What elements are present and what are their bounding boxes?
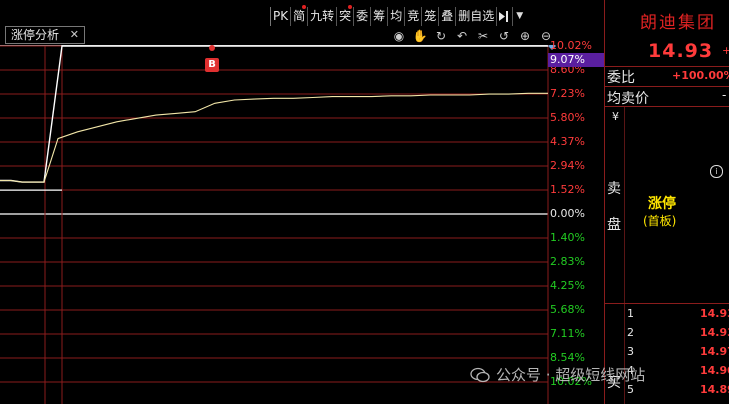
- axis-label: 5.80%: [550, 111, 585, 124]
- currency-symbol: ¥: [612, 110, 619, 123]
- divider: [624, 304, 625, 404]
- buy-signal-dot: [209, 45, 215, 51]
- toolbar-button-4[interactable]: 委: [353, 7, 370, 26]
- stock-name: 朗迪集团: [640, 13, 716, 33]
- divider: [604, 303, 729, 304]
- toolbar-button-5[interactable]: 筹: [370, 7, 387, 26]
- series-line-1: [0, 92, 548, 183]
- watermark: 公众号 · 超级短线网站: [470, 364, 645, 385]
- sell-label-1: 卖: [607, 181, 621, 197]
- toolbar-button-1[interactable]: 简: [290, 5, 307, 26]
- axis-label: 4.25%: [550, 279, 585, 292]
- exit-panel-icon[interactable]: [496, 7, 512, 26]
- avg-ask-value: -: [722, 88, 727, 102]
- divider: [604, 106, 729, 107]
- eye-icon[interactable]: ◉: [390, 28, 408, 44]
- toolbar-button-8[interactable]: 笼: [421, 7, 438, 26]
- reset-icon[interactable]: ↺: [495, 28, 513, 44]
- orderbook-level: 1: [627, 307, 634, 320]
- toolbar-button-6[interactable]: 均: [387, 7, 404, 26]
- order-ratio-label: 委比: [607, 70, 635, 86]
- axis-label: 7.11%: [550, 327, 585, 340]
- avg-ask-label: 均卖价: [607, 91, 649, 107]
- scissors-icon[interactable]: ✂: [474, 28, 492, 44]
- orderbook-price: 14.90: [700, 364, 729, 377]
- axis-label: 1.40%: [550, 231, 585, 244]
- panel-divider: [604, 0, 605, 404]
- orderbook-price: 14.97: [700, 345, 729, 358]
- orderbook-level: 2: [627, 326, 634, 339]
- axis-label: 4.37%: [550, 135, 585, 148]
- undo-icon[interactable]: ↶: [453, 28, 471, 44]
- axis-label: 10.02%: [550, 39, 592, 52]
- chart-tools: ◉ ✋ ↻ ↶ ✂ ↺ ⊕ ⊖: [390, 28, 555, 44]
- axis-label: 0.00%: [550, 207, 585, 220]
- toolbar-button-10[interactable]: 删自选: [455, 7, 496, 26]
- stock-price-change: +: [722, 44, 729, 57]
- refresh-icon[interactable]: ↻: [432, 28, 450, 44]
- tab-label: 涨停分析: [11, 28, 60, 42]
- toolbar-button-9[interactable]: 叠: [438, 7, 455, 26]
- tab-close-icon[interactable]: ✕: [70, 27, 79, 43]
- orderbook-price: 14.93: [700, 307, 729, 320]
- orderbook-price: 14.89: [700, 383, 729, 396]
- axis-label: 5.68%: [550, 303, 585, 316]
- sell-label-2: 盘: [607, 217, 621, 233]
- crosshair-value-label: 9.07%: [548, 53, 604, 67]
- toolbar-button-2[interactable]: 九转: [307, 7, 336, 26]
- toolbar-button-3[interactable]: 突: [336, 5, 353, 26]
- toolbar-menu-icon[interactable]: ▼: [512, 7, 526, 26]
- limit-up-status: 涨停: [648, 196, 676, 212]
- axis-label: 7.23%: [550, 87, 585, 100]
- watermark-text: 公众号 · 超级短线网站: [496, 366, 646, 384]
- axis-label: 1.52%: [550, 183, 585, 196]
- tab-limit-up-analysis[interactable]: 涨停分析 ✕: [5, 26, 85, 44]
- axis-label: 8.54%: [550, 351, 585, 364]
- axis-label: 2.83%: [550, 255, 585, 268]
- stock-price: 14.93: [648, 40, 714, 62]
- chart-toolbar: PK 简九转突委筹均竞笼叠删自选 ▼: [270, 5, 526, 26]
- intraday-chart[interactable]: [0, 45, 604, 404]
- wechat-icon: [470, 367, 490, 382]
- limit-up-board: (首板): [643, 214, 677, 228]
- orderbook-level: 3: [627, 345, 634, 358]
- zoom-in-icon[interactable]: ⊕: [516, 28, 534, 44]
- divider: [624, 107, 625, 303]
- orderbook-price: 14.93: [700, 326, 729, 339]
- info-icon[interactable]: i: [710, 165, 723, 178]
- order-ratio-value: +100.00%: [672, 69, 729, 82]
- series-line-0: [0, 45, 548, 183]
- toolbar-button-0[interactable]: PK: [270, 7, 290, 26]
- buy-signal-marker[interactable]: B: [205, 58, 219, 72]
- divider: [604, 86, 729, 87]
- axis-label: 2.94%: [550, 159, 585, 172]
- toolbar-button-7[interactable]: 竞: [404, 7, 421, 26]
- hand-icon[interactable]: ✋: [411, 28, 429, 44]
